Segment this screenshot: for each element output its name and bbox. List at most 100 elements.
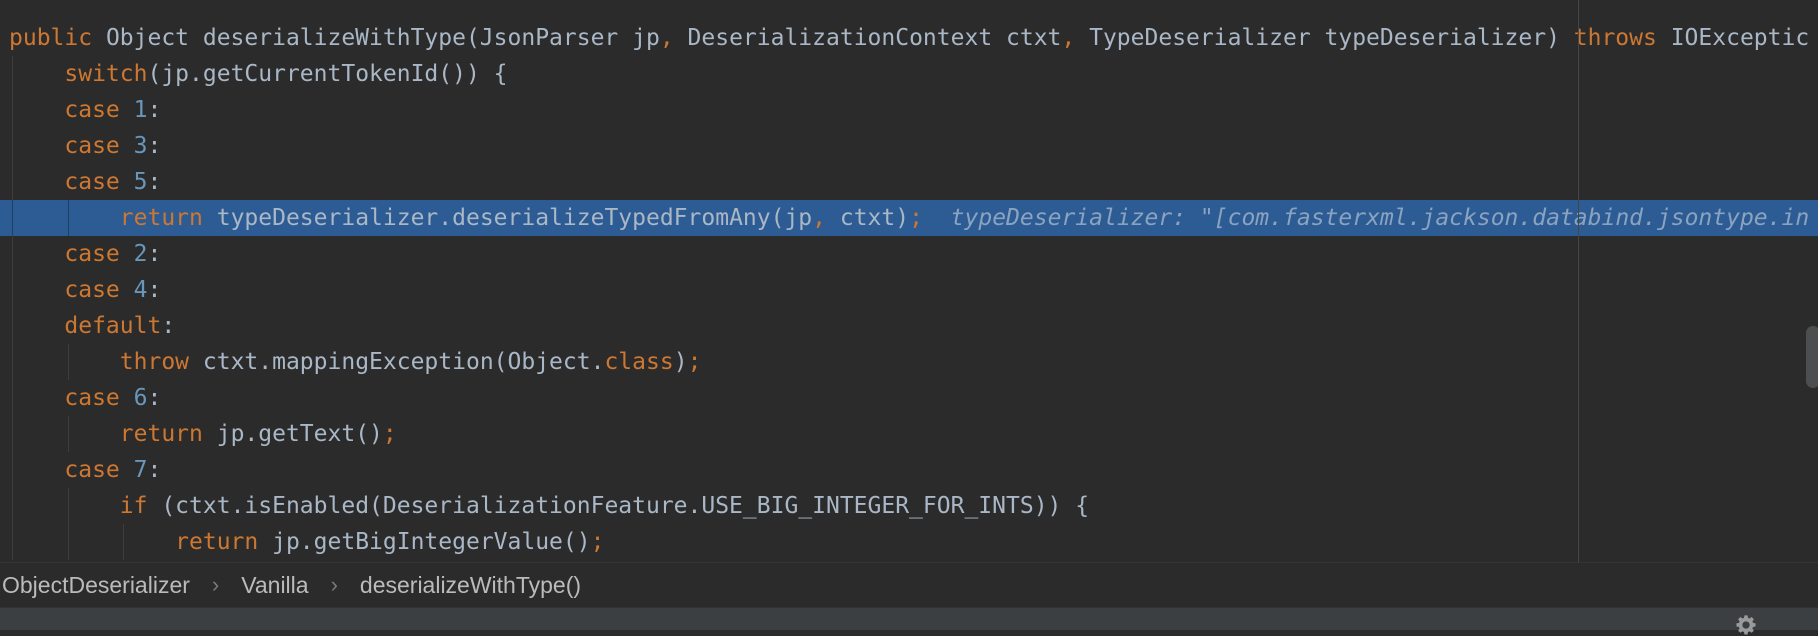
code-token: case bbox=[64, 385, 134, 411]
code-line[interactable]: case 1: bbox=[0, 92, 1818, 128]
code-token: 7 bbox=[133, 457, 148, 483]
code-line[interactable]: switch(jp.getCurrentTokenId()) { bbox=[0, 56, 1818, 92]
code-token: switch bbox=[64, 61, 148, 87]
code-token: return bbox=[119, 421, 217, 447]
code-token: public bbox=[9, 25, 106, 51]
code-token: case bbox=[64, 457, 134, 483]
code-line[interactable]: if (ctxt.isEnabled(DeserializationFeatur… bbox=[0, 488, 1818, 524]
code-token: 2 bbox=[133, 241, 148, 267]
code-token: case bbox=[64, 277, 134, 303]
code-token: class bbox=[604, 349, 674, 375]
indent-guide bbox=[12, 236, 13, 272]
indent-guide bbox=[12, 380, 13, 416]
code-token: , bbox=[812, 205, 840, 231]
indent-guide bbox=[12, 164, 13, 200]
code-token: , bbox=[1061, 25, 1090, 51]
code-token: ; bbox=[687, 349, 702, 375]
right-margin-guide bbox=[1578, 0, 1579, 562]
code-token: 6 bbox=[133, 385, 148, 411]
code-token: return bbox=[175, 529, 273, 555]
code-token: , bbox=[659, 25, 688, 51]
code-token: ; bbox=[382, 421, 397, 447]
code-token: : bbox=[161, 313, 176, 339]
code-token: : bbox=[147, 241, 162, 267]
indent-guide bbox=[67, 200, 69, 236]
code-line[interactable]: default: bbox=[0, 308, 1818, 344]
code-token: (jp.getCurrentTokenId()) { bbox=[147, 61, 508, 87]
indent-guide bbox=[123, 524, 125, 560]
indent-guide bbox=[67, 416, 69, 452]
indent-guide bbox=[12, 92, 13, 128]
breadcrumb-item-class[interactable]: ObjectDeserializer bbox=[0, 572, 192, 599]
code-line[interactable]: throw ctxt.mappingException(Object.class… bbox=[0, 344, 1818, 380]
code-line[interactable]: case 2: bbox=[0, 236, 1818, 272]
indent-guide bbox=[12, 56, 13, 92]
code-line-current[interactable]: return typeDeserializer.deserializeTyped… bbox=[0, 200, 1818, 236]
indent-guide bbox=[12, 524, 13, 560]
code-token: ctxt.mappingException(Object. bbox=[202, 349, 605, 375]
code-token: : bbox=[147, 133, 162, 159]
breadcrumb-separator: › bbox=[330, 572, 338, 597]
code-token: 1 bbox=[133, 97, 148, 123]
indent-guide bbox=[12, 416, 13, 452]
code-line[interactable]: case 5: bbox=[0, 164, 1818, 200]
indent-guide bbox=[12, 488, 13, 524]
indent-guide bbox=[12, 452, 13, 488]
breadcrumb-item-method[interactable]: deserializeWithType() bbox=[358, 572, 583, 599]
code-line[interactable]: case 7: bbox=[0, 452, 1818, 488]
breadcrumb-item-inner-class[interactable]: Vanilla bbox=[239, 572, 310, 599]
code-token: Object deserializeWithType(JsonParser jp bbox=[105, 25, 660, 51]
inline-debug-value: typeDeserializer: "[com.fasterxml.jackso… bbox=[922, 205, 1810, 231]
vertical-scrollbar-thumb[interactable] bbox=[1806, 326, 1818, 388]
indent-guide bbox=[12, 344, 13, 380]
indent-guide bbox=[12, 200, 13, 236]
indent-guide bbox=[67, 524, 69, 560]
code-token: DeserializationContext ctxt bbox=[687, 25, 1062, 51]
code-token: : bbox=[147, 277, 162, 303]
code-token: ctxt) bbox=[839, 205, 910, 231]
code-token: default bbox=[64, 313, 162, 339]
indent-guide bbox=[67, 344, 69, 380]
code-token: : bbox=[147, 457, 162, 483]
gear-icon[interactable] bbox=[1735, 614, 1757, 636]
code-token: typeDeserializer.deserializeTypedFromAny… bbox=[216, 205, 813, 231]
code-token: jp.getText() bbox=[216, 421, 383, 447]
code-token: 5 bbox=[133, 169, 148, 195]
code-token: : bbox=[147, 385, 162, 411]
code-token: : bbox=[147, 169, 162, 195]
code-token: case bbox=[64, 133, 134, 159]
code-line[interactable]: return jp.getBigIntegerValue(); bbox=[0, 524, 1818, 560]
code-line[interactable]: case 3: bbox=[0, 128, 1818, 164]
code-token: 4 bbox=[133, 277, 148, 303]
breadcrumb: ObjectDeserializer › Vanilla › deseriali… bbox=[0, 562, 1818, 607]
indent-guide bbox=[12, 308, 13, 344]
code-token: case bbox=[64, 97, 134, 123]
code-line[interactable]: public Object deserializeWithType(JsonPa… bbox=[0, 20, 1818, 56]
code-token: throws bbox=[1573, 25, 1671, 51]
code-token: ; bbox=[590, 529, 605, 555]
code-token: : bbox=[147, 97, 162, 123]
code-line[interactable]: case 6: bbox=[0, 380, 1818, 416]
code-token: case bbox=[64, 241, 134, 267]
code-token: IOExceptic bbox=[1670, 25, 1810, 51]
code-token: TypeDeserializer typeDeserializer) bbox=[1089, 25, 1574, 51]
code-token: ; bbox=[909, 205, 923, 231]
indent-guide bbox=[12, 272, 13, 308]
indent-guide bbox=[12, 128, 13, 164]
code-line[interactable]: case 4: bbox=[0, 272, 1818, 308]
code-token: jp.getBigIntegerValue() bbox=[272, 529, 591, 555]
code-line[interactable]: return jp.getText(); bbox=[0, 416, 1818, 452]
code-token: (ctxt.isEnabled(DeserializationFeature.U… bbox=[161, 493, 1090, 519]
status-bar bbox=[0, 607, 1818, 630]
breadcrumb-separator: › bbox=[211, 572, 220, 597]
code-token: throw bbox=[119, 349, 203, 375]
code-editor[interactable]: public Object deserializeWithType(JsonPa… bbox=[0, 0, 1818, 562]
